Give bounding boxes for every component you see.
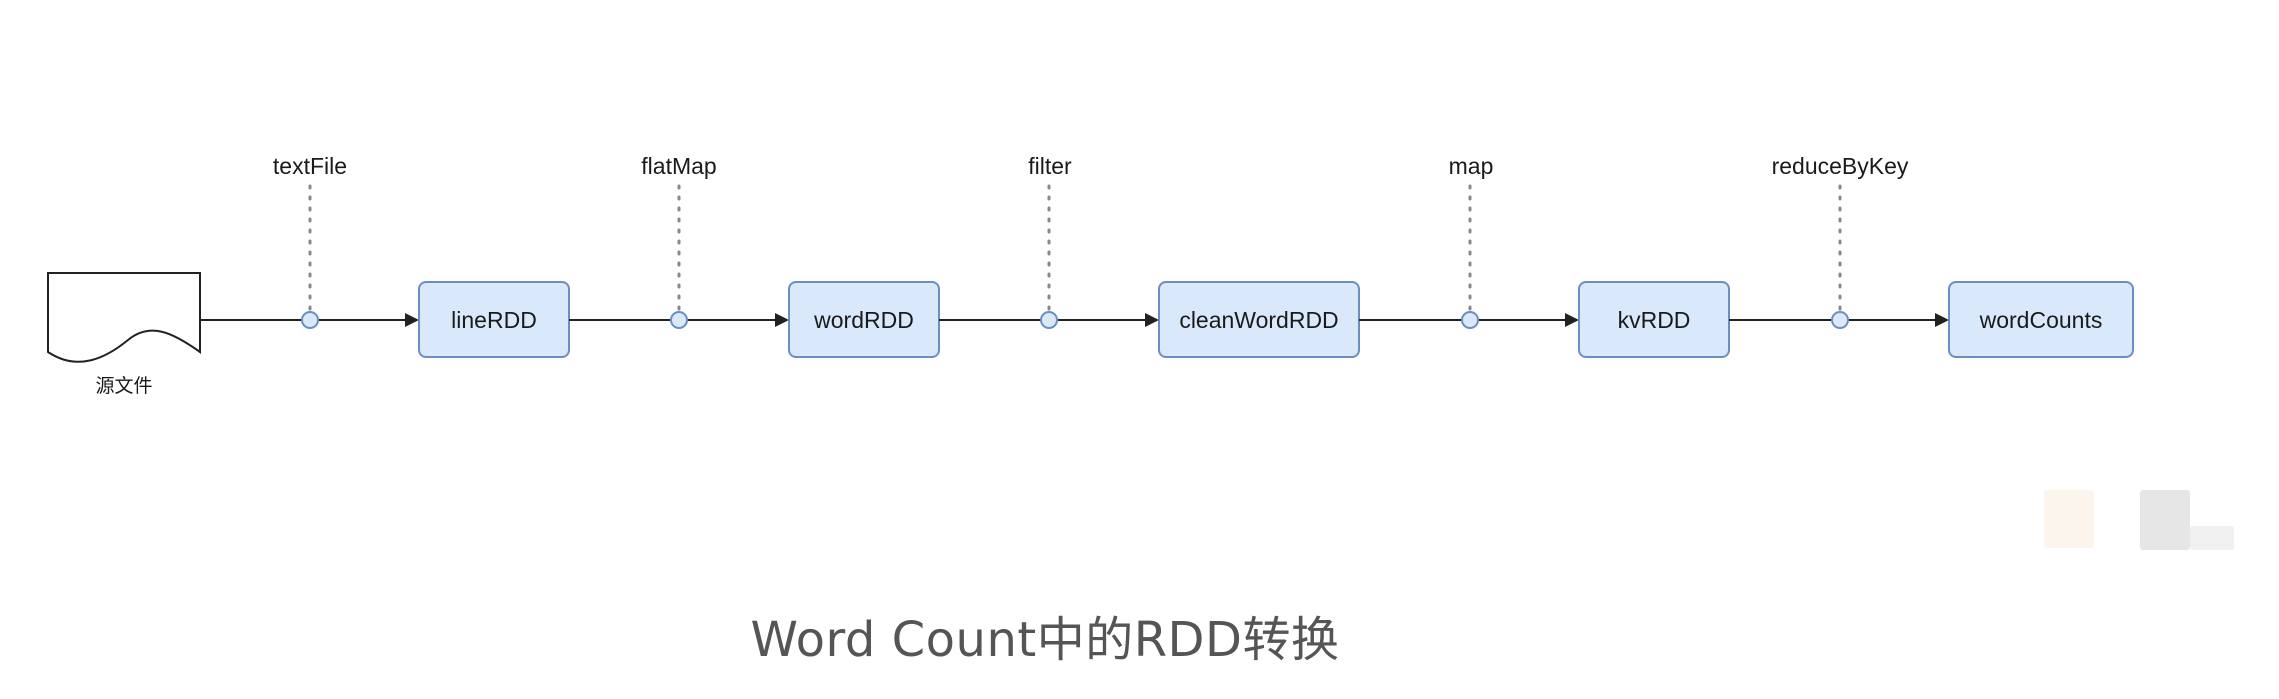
decorative-smudge-light xyxy=(2190,526,2234,550)
node-line-rdd: lineRDD xyxy=(418,281,570,358)
node-label-word-counts: wordCounts xyxy=(1979,307,2103,333)
source-file-node: 源文件 xyxy=(47,272,201,397)
rdd-flow-diagram: 源文件 textFile lineRDD flatMap wordRDD fil… xyxy=(47,153,2134,397)
reducebykey-knob xyxy=(1831,311,1849,329)
document-icon xyxy=(47,272,201,363)
node-label-word-rdd: wordRDD xyxy=(813,307,914,333)
node-kv-rdd: kvRDD xyxy=(1578,281,1730,358)
node-clean-word-rdd: cleanWordRDD xyxy=(1158,281,1360,358)
edge-reducebykey: reduceByKey xyxy=(1729,153,1949,329)
map-knob xyxy=(1461,311,1479,329)
edge-map: map xyxy=(1359,153,1579,329)
decorative-smudge-tan xyxy=(2044,490,2094,548)
op-label-textfile: textFile xyxy=(273,153,347,179)
op-label-reducebykey: reduceByKey xyxy=(1772,153,1909,179)
node-word-counts: wordCounts xyxy=(1948,281,2134,358)
node-word-rdd: wordRDD xyxy=(788,281,940,358)
op-label-map: map xyxy=(1449,153,1494,179)
op-label-flatmap: flatMap xyxy=(641,153,716,179)
node-label-line-rdd: lineRDD xyxy=(451,307,537,333)
figure-caption: Word Count中的RDD转换 xyxy=(750,612,1340,668)
edge-textfile: textFile xyxy=(200,153,419,329)
filter-knob xyxy=(1040,311,1058,329)
op-label-filter: filter xyxy=(1028,153,1072,179)
source-file-label: 源文件 xyxy=(95,375,152,397)
flatmap-knob xyxy=(670,311,688,329)
edge-flatmap: flatMap xyxy=(569,153,789,329)
edge-filter: filter xyxy=(939,153,1159,329)
textfile-knob xyxy=(301,311,319,329)
decorative-smudge-gray xyxy=(2140,490,2190,550)
node-label-clean-word-rdd: cleanWordRDD xyxy=(1179,307,1338,333)
node-label-kv-rdd: kvRDD xyxy=(1618,307,1691,333)
